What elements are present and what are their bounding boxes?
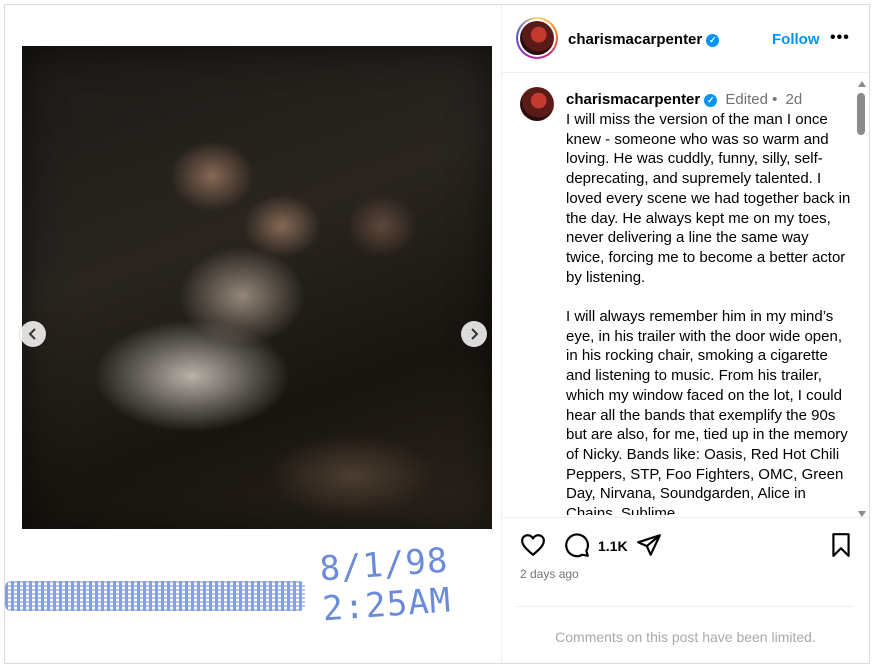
post-media: 8/1/98 2:25AM [5,5,501,663]
avatar [520,21,554,55]
caption-header: charismacarpenter ✓ Edited • 2d [566,91,802,108]
caption-username[interactable]: charismacarpenter [566,91,700,108]
header-username[interactable]: charismacarpenter ✓ [568,31,720,48]
share-button[interactable] [636,532,662,563]
caption-age[interactable]: 2d [786,91,803,108]
post-date[interactable]: 2 days ago [520,567,579,581]
handwritten-timestamp: 8/1/98 2:25AM [318,541,452,630]
scroll-thumb[interactable] [857,93,865,135]
scroll-up-arrow-icon[interactable] [858,81,866,87]
post-dialog: 8/1/98 2:25AM charismacarpenter ✓ Follow … [4,4,870,664]
bookmark-icon [832,533,850,557]
handwritten-time: 2:25AM [321,580,453,630]
caption-avatar[interactable] [520,87,554,121]
more-options-icon[interactable]: ••• [830,29,850,47]
follow-button[interactable]: Follow [772,31,820,48]
post-header: charismacarpenter ✓ Follow ••• [502,5,869,73]
chevron-left-icon [28,328,36,340]
post-photo [22,46,492,529]
save-button[interactable] [828,532,854,563]
previous-media-button[interactable] [20,321,46,347]
blue-scribble-marking [5,581,305,611]
edited-label: Edited • [725,91,778,108]
speech-bubble-icon [565,533,589,558]
comments-limited-notice: Comments on this post have been limited. [555,629,816,645]
caption-scrollbar[interactable] [856,79,866,517]
comment-button[interactable] [564,532,590,563]
caption-text: I will miss the version of the man I onc… [566,111,851,515]
heart-icon [521,534,545,556]
verified-badge-icon: ✓ [706,34,720,47]
verified-badge-icon: ✓ [704,94,718,107]
caption-area: charismacarpenter ✓ Edited • 2d I will mi… [502,75,868,515]
paper-plane-icon [637,534,661,556]
post-sidebar: charismacarpenter ✓ Follow ••• charismaca… [501,5,869,663]
story-ring[interactable] [516,17,558,59]
next-media-button[interactable] [461,321,487,347]
divider [516,606,854,607]
chevron-right-icon [471,328,479,340]
action-bar: 1.1K [502,517,869,567]
like-button[interactable] [520,532,546,563]
comment-count: 1.1K [598,538,628,554]
